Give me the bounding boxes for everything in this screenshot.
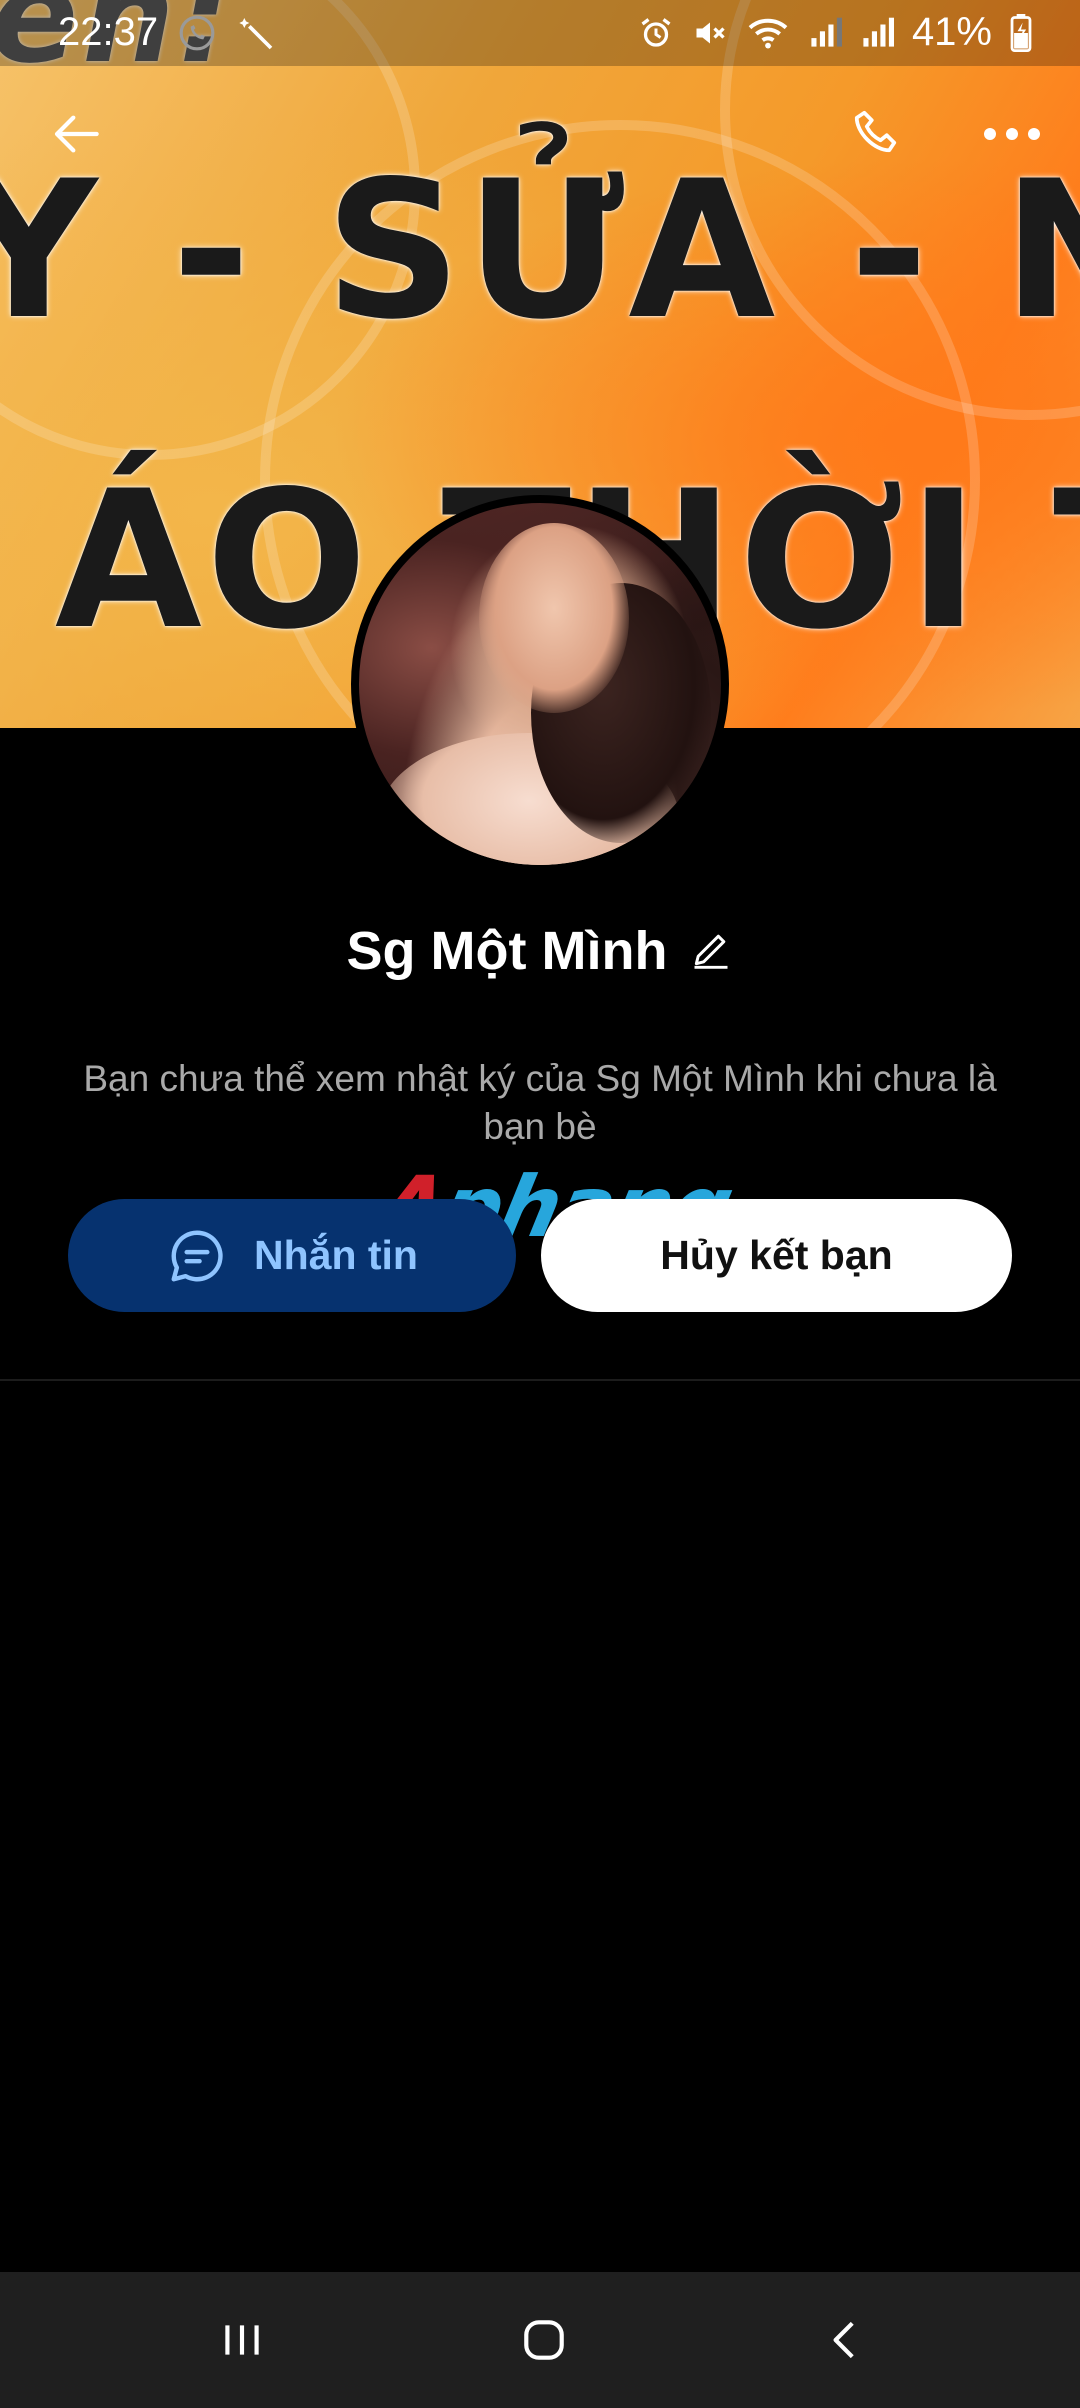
battery-icon <box>1010 13 1032 52</box>
profile-name: Sg Một Mình <box>346 921 668 981</box>
wifi-icon <box>746 15 790 51</box>
back-chevron-icon <box>833 2321 854 2359</box>
more-horizontal-icon <box>984 128 1040 140</box>
privacy-notice: Bạn chưa thể xem nhật ký của Sg Một Mình… <box>83 1058 997 1147</box>
chat-bubble-icon <box>171 1230 223 1281</box>
avatar-face <box>479 523 629 713</box>
home-button[interactable] <box>484 2300 604 2380</box>
home-icon <box>524 2320 564 2360</box>
mute-icon <box>692 15 728 51</box>
profile-name-row: Sg Một Mình <box>0 920 1080 982</box>
status-time: 22:37 <box>58 10 159 54</box>
divider <box>0 1379 1080 1381</box>
arrow-left-icon <box>54 115 99 153</box>
system-back-button[interactable] <box>786 2300 906 2380</box>
recents-button[interactable] <box>182 2300 302 2380</box>
magic-wand-icon <box>236 13 276 53</box>
back-button[interactable] <box>30 86 126 182</box>
recents-icon <box>225 2325 259 2355</box>
status-bar: 22:37 41% <box>0 0 1080 66</box>
signal-icon <box>860 16 894 50</box>
alarm-icon <box>638 15 674 51</box>
message-button-label: Nhắn tin <box>254 1232 418 1278</box>
message-button[interactable]: Nhắn tin <box>68 1199 516 1312</box>
unfriend-button-label: Hủy kết bạn <box>660 1232 893 1278</box>
battery-percentage: 41% <box>911 10 992 54</box>
system-nav-bar <box>0 2272 1080 2408</box>
phone-icon <box>854 110 897 153</box>
unfriend-button[interactable]: Hủy kết bạn <box>541 1199 1012 1312</box>
phone-call-icon <box>178 14 216 52</box>
call-button[interactable] <box>830 86 926 182</box>
pencil-icon[interactable] <box>689 927 733 976</box>
more-options-button[interactable] <box>964 86 1060 182</box>
signal-icon <box>808 16 842 50</box>
avatar[interactable] <box>351 495 729 873</box>
